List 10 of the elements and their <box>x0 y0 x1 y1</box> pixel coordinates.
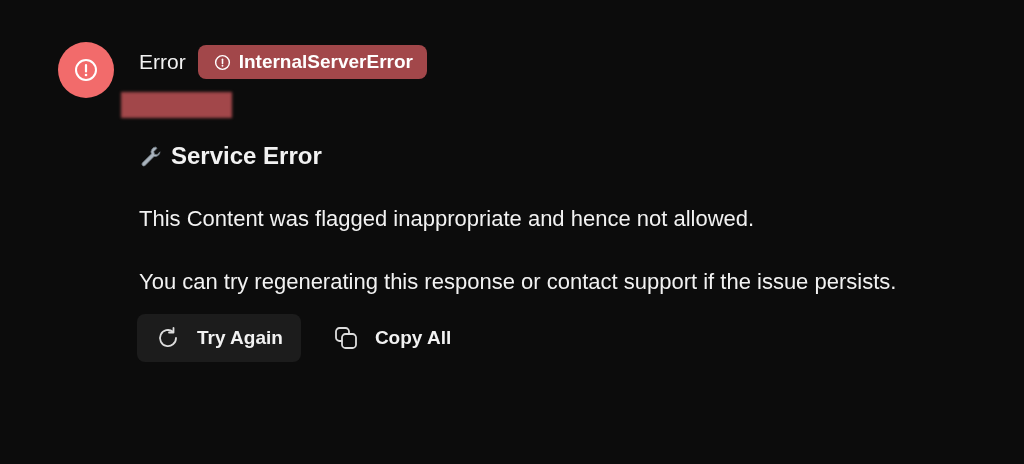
author-name: Error <box>139 50 186 74</box>
message-paragraph: This Content was flagged inappropriate and hence not allowed. <box>139 205 756 233</box>
error-badge: InternalServerError <box>197 45 427 79</box>
wrench-icon <box>139 144 163 168</box>
try-again-button[interactable]: Try Again <box>137 314 301 362</box>
error-avatar-icon <box>58 42 114 98</box>
copy-all-button[interactable]: Copy All <box>314 314 470 362</box>
copy-icon <box>332 325 359 351</box>
message-heading: Service Error <box>171 142 322 170</box>
message-paragraph: You can try regenerating this response or contact support if the issue persists. <box>139 268 897 296</box>
